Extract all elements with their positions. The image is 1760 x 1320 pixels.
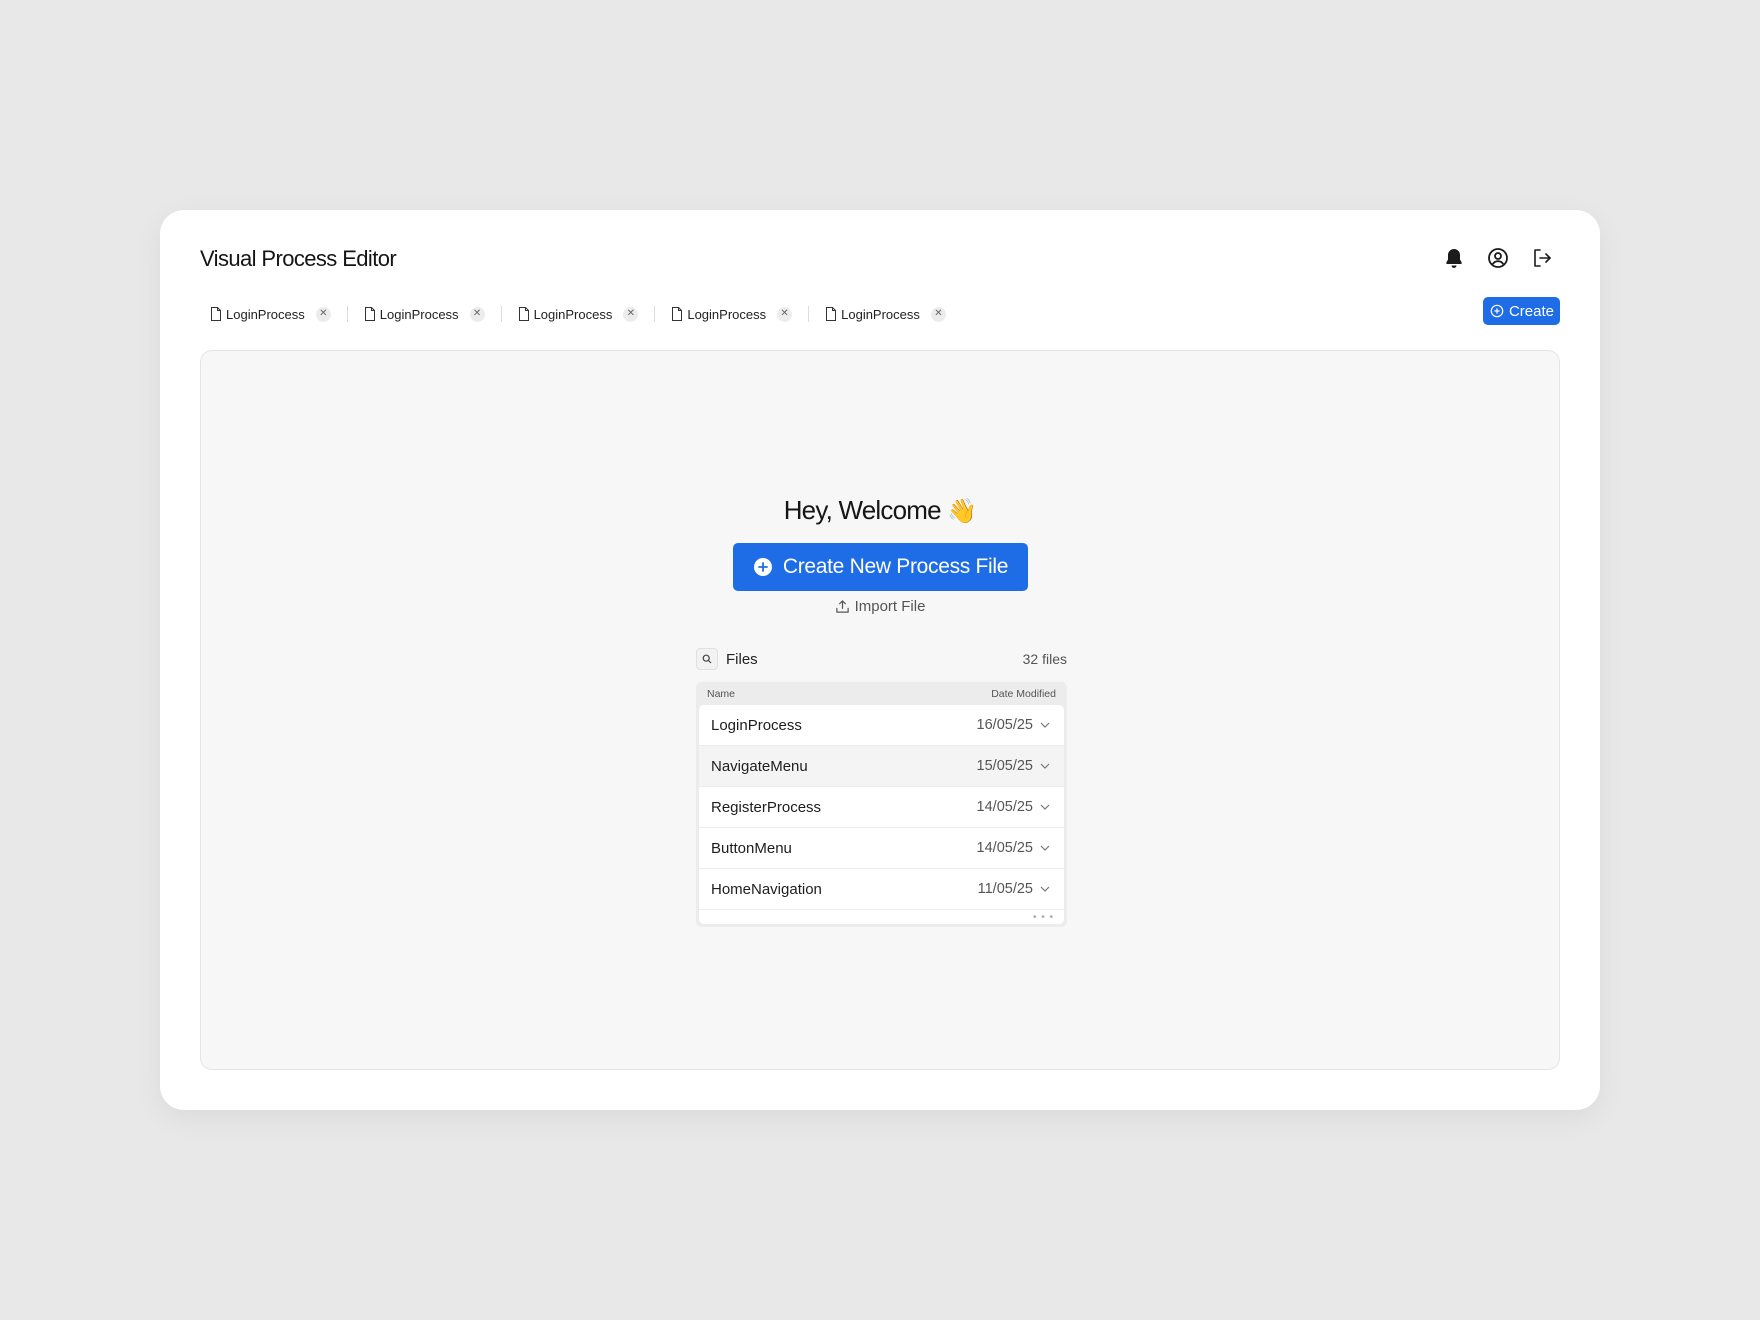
table-row[interactable]: HomeNavigation 11/05/25 [699,869,1064,910]
chevron-down-icon[interactable] [1040,722,1050,728]
row-date-group: 15/05/25 [977,758,1050,774]
row-date-group: 11/05/25 [978,881,1050,897]
file-tab[interactable]: LoginProcess ✕ [204,302,337,326]
tab-divider [808,306,810,322]
create-new-process-file-label: Create New Process File [782,555,1009,578]
files-table: Name Date Modified LoginProcess 16/05/25… [696,682,1067,927]
chevron-down-icon[interactable] [1040,763,1050,769]
column-header-date: Date Modified [991,687,1056,700]
load-more-button[interactable]: • • • [699,910,1064,924]
file-tab-label: LoginProcess [841,306,920,322]
chevron-down-icon[interactable] [1040,804,1050,810]
row-date: 14/05/25 [976,799,1033,815]
table-row[interactable]: ButtonMenu 14/05/25 [699,828,1064,869]
logout-button[interactable] [1530,246,1554,270]
row-name: LoginProcess [711,716,802,734]
notifications-button[interactable] [1442,246,1466,270]
chevron-down-icon[interactable] [1040,845,1050,851]
import-file-link[interactable]: Import File [201,598,1559,615]
table-body: LoginProcess 16/05/25 NavigateMenu 15/05… [699,705,1064,924]
row-name: ButtonMenu [711,839,792,857]
tab-divider [500,306,502,322]
files-count: 32 files [1022,651,1067,667]
search-button[interactable] [696,648,718,670]
close-icon[interactable]: ✕ [469,306,485,322]
close-icon[interactable]: ✕ [777,306,793,322]
welcome-heading: Hey, Welcome 👋 [201,495,1559,526]
import-file-label: Import File [854,598,926,615]
row-date: 16/05/25 [976,717,1033,733]
plus-circle-icon [1490,304,1504,318]
column-header-name: Name [707,687,736,700]
row-name: HomeNavigation [711,880,822,898]
file-icon [825,307,837,321]
files-label: Files [726,650,758,668]
files-panel: Files 32 files Name Date Modified LoginP… [696,647,1067,927]
row-date: 14/05/25 [976,840,1033,856]
app-title: Visual Process Editor [200,246,397,271]
close-icon[interactable]: ✕ [930,306,946,322]
header-actions [1442,246,1554,270]
file-tab-label: LoginProcess [687,306,767,322]
user-circle-icon [1488,248,1508,268]
row-date-group: 14/05/25 [977,840,1050,856]
chevron-down-icon[interactable] [1040,886,1050,892]
editor-canvas: Hey, Welcome 👋 Create New Process File I… [200,350,1560,1070]
row-date: 11/05/25 [977,881,1033,897]
file-icon [210,307,222,321]
file-tab[interactable]: LoginProcess ✕ [819,302,952,326]
bell-icon [1446,249,1462,268]
table-row[interactable]: LoginProcess 16/05/25 [699,705,1064,746]
profile-button[interactable] [1486,246,1510,270]
close-icon[interactable]: ✕ [315,306,331,322]
app-window: Visual Process Editor LoginProcess ✕ Log… [160,210,1600,1110]
waving-hand-icon: 👋 [947,498,977,525]
plus-circle-icon [753,558,772,576]
row-name: RegisterProcess [711,798,822,816]
welcome-text: Hey, Welcome [783,495,942,525]
close-icon[interactable]: ✕ [623,306,639,322]
create-button[interactable]: Create [1482,297,1560,325]
file-tab-label: LoginProcess [533,306,613,322]
table-row[interactable]: RegisterProcess 14/05/25 [699,787,1064,828]
row-name: NavigateMenu [711,757,808,775]
logout-icon [1534,249,1551,267]
file-tab[interactable]: LoginProcess ✕ [512,302,645,326]
table-row[interactable]: NavigateMenu 15/05/25 [699,746,1064,787]
table-header: Name Date Modified [699,682,1064,705]
file-tab[interactable]: LoginProcess ✕ [358,302,491,326]
tab-divider [654,306,656,322]
create-button-label: Create [1508,302,1554,320]
file-icon [364,307,376,321]
file-tab-label: LoginProcess [379,306,459,322]
row-date-group: 14/05/25 [977,799,1050,815]
file-tab-label: LoginProcess [226,306,305,322]
tab-divider [346,306,348,322]
file-tab[interactable]: LoginProcess ✕ [665,302,798,326]
create-new-process-file-button[interactable]: Create New Process File [733,543,1028,591]
search-icon [702,654,712,664]
file-tabs: LoginProcess ✕ LoginProcess ✕ LoginProce… [204,302,952,326]
file-icon [518,307,530,321]
file-icon [671,307,683,321]
row-date-group: 16/05/25 [977,717,1050,733]
files-header-left: Files [696,648,758,670]
files-header: Files 32 files [696,647,1067,671]
row-date: 15/05/25 [976,758,1033,774]
upload-icon [835,600,849,613]
